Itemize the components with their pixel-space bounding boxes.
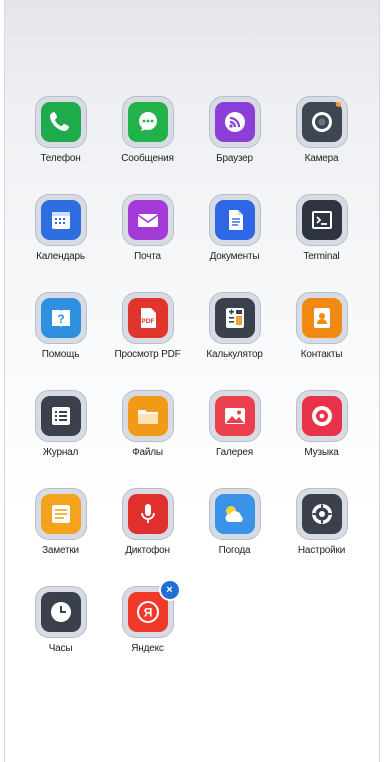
- app-tile[interactable]: [121, 390, 174, 442]
- documents-icon: [214, 200, 255, 240]
- app-label: Контакты: [300, 349, 343, 360]
- app-help[interactable]: ? Помощь: [17, 292, 104, 360]
- app-files[interactable]: Файлы: [104, 390, 191, 458]
- app-label: Terminal: [303, 251, 340, 262]
- app-label: Диктофон: [125, 545, 170, 556]
- app-tile[interactable]: [208, 194, 261, 246]
- app-grid: Телефон Сообщения Браузер Камера Календарь По…: [17, 96, 377, 654]
- browser-icon: [214, 102, 255, 142]
- app-tile[interactable]: [121, 488, 174, 540]
- svg-text:?: ?: [57, 312, 64, 326]
- app-label: Файлы: [132, 447, 163, 458]
- app-tile[interactable]: [34, 96, 87, 148]
- app-browser[interactable]: Браузер: [191, 96, 278, 164]
- app-label: Настройки: [297, 545, 346, 556]
- app-label: Календарь: [36, 251, 85, 262]
- app-label: Погода: [218, 545, 251, 556]
- app-gallery[interactable]: Галерея: [191, 390, 278, 458]
- home-screen: Телефон Сообщения Браузер Камера Календарь По…: [4, 0, 380, 762]
- app-clock[interactable]: Часы: [17, 586, 104, 654]
- app-label: Яндекс: [131, 643, 164, 654]
- app-tile[interactable]: [121, 96, 174, 148]
- app-tile[interactable]: PDF: [121, 292, 174, 344]
- pdf-icon: PDF: [127, 298, 168, 338]
- messages-icon: [127, 102, 168, 142]
- calculator-icon: [214, 298, 255, 338]
- app-tile[interactable]: [208, 96, 261, 148]
- app-terminal[interactable]: Terminal: [278, 194, 365, 262]
- app-phone[interactable]: Телефон: [17, 96, 104, 164]
- app-tile[interactable]: [34, 586, 87, 638]
- app-pdf[interactable]: PDF Просмотр PDF: [104, 292, 191, 360]
- app-tile[interactable]: [208, 292, 261, 344]
- app-label: Журнал: [42, 447, 79, 458]
- app-label: Браузер: [216, 153, 253, 164]
- journal-icon: [40, 396, 81, 436]
- calendar-icon: [40, 200, 81, 240]
- app-label: Музыка: [304, 447, 339, 458]
- app-label: Телефон: [40, 153, 81, 164]
- gallery-icon: [214, 396, 255, 436]
- app-settings[interactable]: Настройки: [278, 488, 365, 556]
- app-tile[interactable]: [208, 390, 261, 442]
- app-tile[interactable]: ?: [34, 292, 87, 344]
- app-tile[interactable]: [295, 292, 348, 344]
- app-label: Камера: [304, 153, 339, 164]
- weather-icon: [214, 494, 255, 534]
- app-label: Калькулятор: [206, 349, 263, 360]
- terminal-icon: [301, 200, 342, 240]
- app-documents[interactable]: Документы: [191, 194, 278, 262]
- app-tile[interactable]: [208, 488, 261, 540]
- app-notes[interactable]: Заметки: [17, 488, 104, 556]
- app-label: Часы: [48, 643, 73, 654]
- clock-icon: [40, 592, 81, 632]
- contacts-icon: [301, 298, 342, 338]
- svg-text:Я: Я: [143, 606, 152, 620]
- help-icon: ?: [40, 298, 81, 338]
- recorder-icon: [127, 494, 168, 534]
- camera-icon: [301, 102, 342, 142]
- app-contacts[interactable]: Контакты: [278, 292, 365, 360]
- svg-text:PDF: PDF: [141, 318, 154, 325]
- music-icon: [301, 396, 342, 436]
- app-label: Почта: [134, 251, 161, 262]
- app-tile[interactable]: [295, 96, 348, 148]
- app-label: Галерея: [216, 447, 253, 458]
- app-music[interactable]: Музыка: [278, 390, 365, 458]
- app-label: Просмотр PDF: [114, 349, 181, 360]
- app-camera[interactable]: Камера: [278, 96, 365, 164]
- settings-icon: [301, 494, 342, 534]
- app-tile[interactable]: [295, 390, 348, 442]
- notes-icon: [40, 494, 81, 534]
- files-icon: [127, 396, 168, 436]
- app-label: Документы: [209, 251, 260, 262]
- app-journal[interactable]: Журнал: [17, 390, 104, 458]
- app-calculator[interactable]: Калькулятор: [191, 292, 278, 360]
- app-tile[interactable]: [34, 390, 87, 442]
- app-label: Заметки: [42, 545, 79, 556]
- app-weather[interactable]: Погода: [191, 488, 278, 556]
- app-label: Помощь: [41, 349, 80, 360]
- app-mail[interactable]: Почта: [104, 194, 191, 262]
- app-messages[interactable]: Сообщения: [104, 96, 191, 164]
- app-tile[interactable]: [34, 194, 87, 246]
- app-yandex[interactable]: Я × Яндекс: [104, 579, 191, 654]
- app-tile[interactable]: Я ×: [121, 579, 181, 638]
- indicator-dot: [335, 102, 341, 107]
- app-tile[interactable]: [34, 488, 87, 540]
- app-recorder[interactable]: Диктофон: [104, 488, 191, 556]
- remove-badge-icon[interactable]: ×: [158, 579, 181, 601]
- app-calendar[interactable]: Календарь: [17, 194, 104, 262]
- app-tile[interactable]: [121, 194, 174, 246]
- app-label: Сообщения: [121, 153, 174, 164]
- phone-icon: [40, 102, 81, 142]
- mail-icon: [127, 200, 168, 240]
- app-tile[interactable]: [295, 488, 348, 540]
- app-tile[interactable]: [295, 194, 348, 246]
